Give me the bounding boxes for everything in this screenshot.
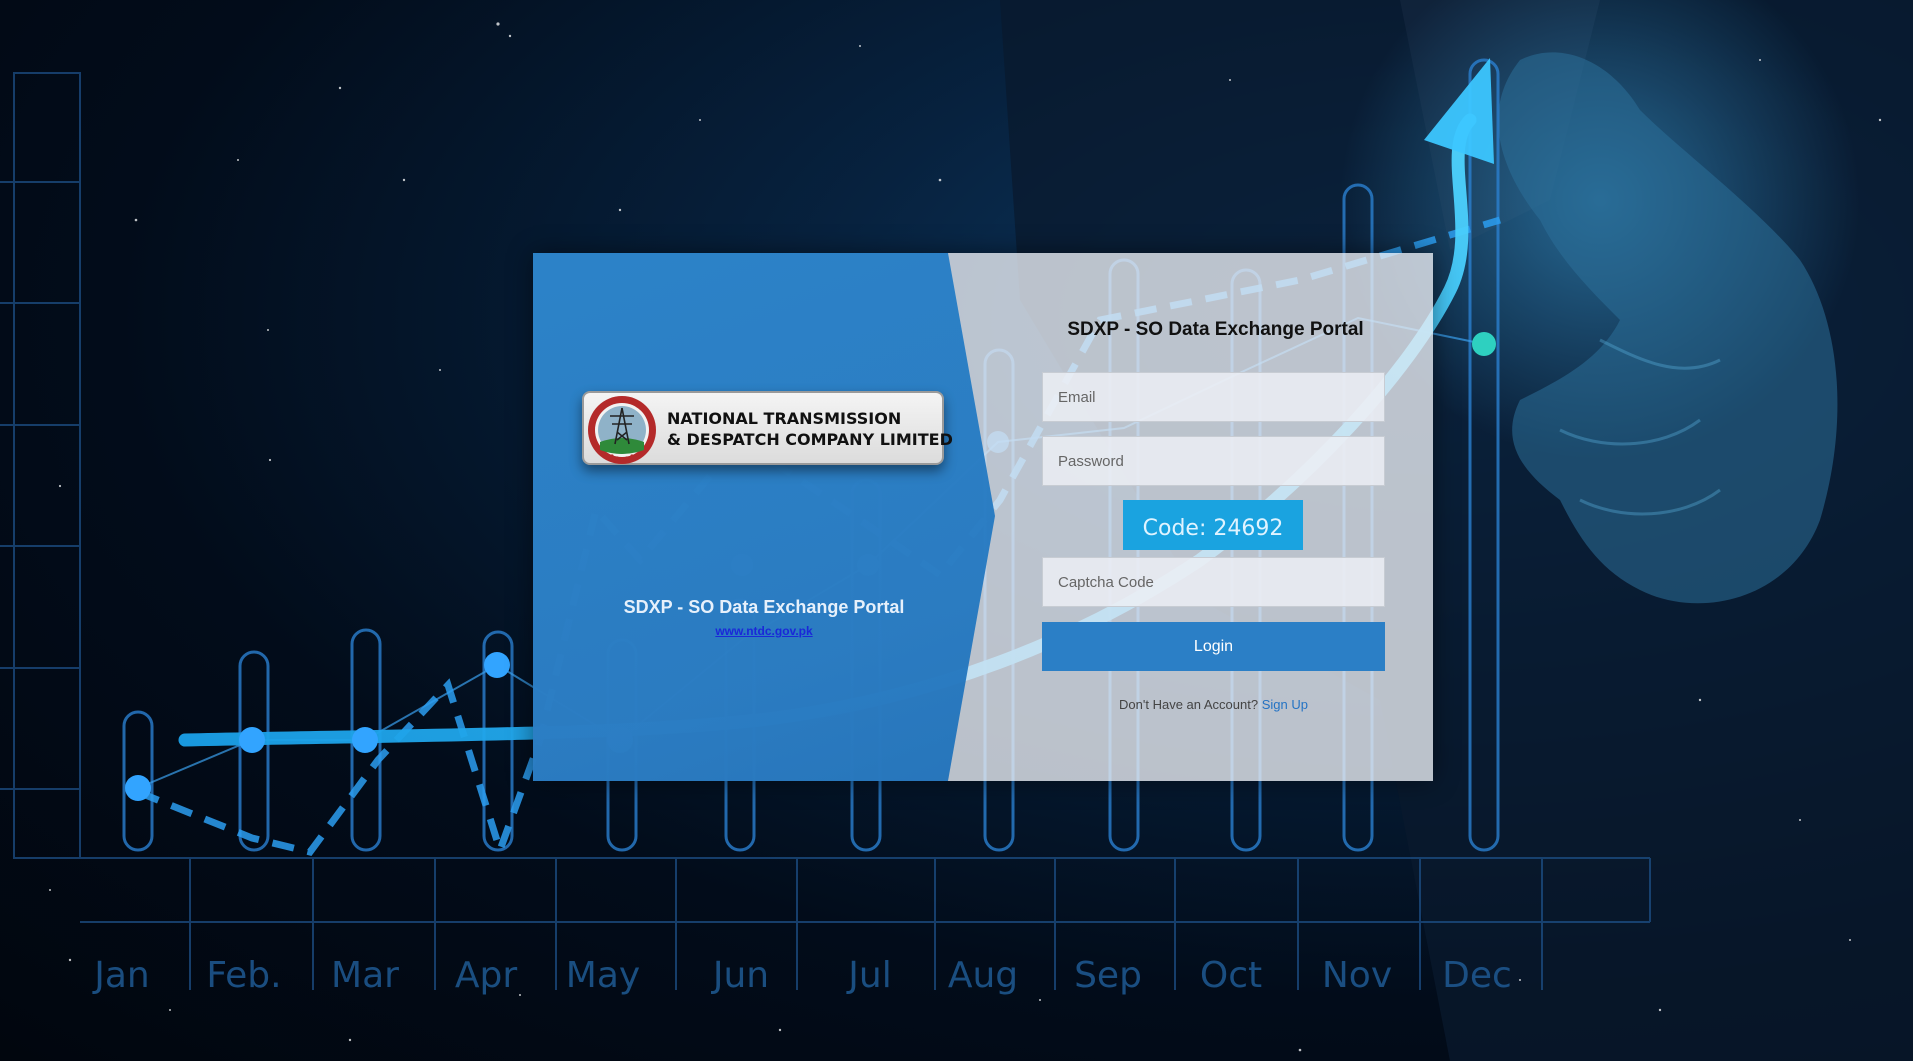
company-name: NATIONAL TRANSMISSION & DESPATCH COMPANY… [667, 408, 953, 450]
captcha-code-display: Code: 24692 [1123, 500, 1303, 550]
month-label-jul: Jul [848, 955, 892, 996]
month-label-apr: Apr [454, 955, 518, 996]
login-card: NATIONAL TRANSMISSION & DESPATCH COMPANY… [533, 253, 1433, 781]
signup-link[interactable]: Sign Up [1262, 697, 1308, 712]
login-button[interactable]: Login [1042, 622, 1385, 671]
website-link-wrapper: www.ntdc.gov.pk [533, 624, 995, 638]
signup-prompt: Don't Have an Account? Sign Up [1042, 697, 1385, 712]
company-name-line2: & DESPATCH COMPANY LIMITED [667, 430, 953, 449]
month-label-sep: Sep [1074, 955, 1142, 996]
login-form-title: SDXP - SO Data Exchange Portal [1067, 319, 1364, 340]
month-label-nov: Nov [1321, 955, 1393, 996]
month-label-mar: Mar [331, 955, 399, 996]
month-label-dec: Dec [1442, 955, 1512, 996]
brand-portal-title: SDXP - SO Data Exchange Portal [623, 597, 905, 617]
month-label-oct: Oct [1199, 955, 1263, 996]
company-logo-banner: NATIONAL TRANSMISSION & DESPATCH COMPANY… [582, 391, 953, 465]
month-label-aug: Aug [947, 955, 1019, 996]
login-page: Jan Feb. Mar Apr May Jun Jul Aug Sep Oct… [0, 0, 1913, 1061]
month-label-jun: Jun [712, 955, 770, 996]
month-label-feb: Feb. [206, 955, 282, 996]
captcha-input[interactable] [1042, 557, 1385, 607]
month-label-jan: Jan [94, 955, 150, 996]
month-label-may: May [565, 955, 641, 996]
signup-prompt-text: Don't Have an Account? [1119, 697, 1259, 712]
company-name-line1: NATIONAL TRANSMISSION [667, 409, 902, 428]
website-link[interactable]: www.ntdc.gov.pk [715, 624, 812, 638]
password-field[interactable] [1042, 436, 1385, 486]
ntdc-emblem-icon [588, 396, 656, 464]
email-field[interactable] [1042, 372, 1385, 422]
